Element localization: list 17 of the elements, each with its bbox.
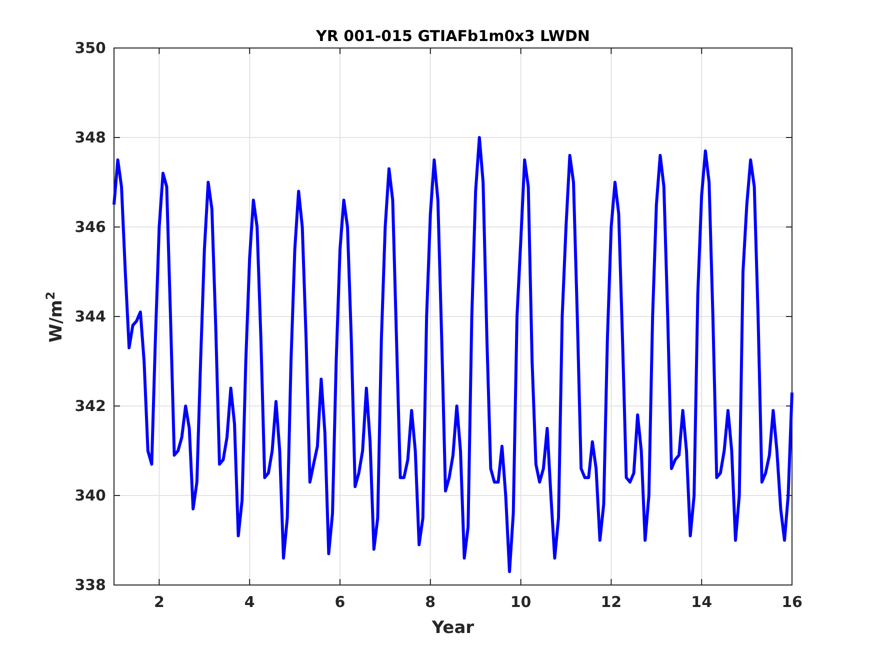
tick-label: 342 xyxy=(74,397,106,415)
tick-label: 10 xyxy=(510,593,532,611)
axis-label: Year xyxy=(432,618,474,638)
tick-label: 12 xyxy=(600,593,622,611)
tick-label: 346 xyxy=(74,218,106,236)
tick-label: 338 xyxy=(74,576,106,594)
tick-label: 6 xyxy=(334,593,346,611)
tick-label: 348 xyxy=(74,128,106,146)
tick-label: 8 xyxy=(425,593,436,611)
tick-label: 2 xyxy=(154,593,164,611)
tick-label: 344 xyxy=(74,308,106,326)
chart-title: YR 001-015 GTIAFb1m0x3 LWDN xyxy=(316,27,590,45)
tick-label: 4 xyxy=(244,593,255,611)
tick-label: 350 xyxy=(74,39,106,57)
tick-label: 340 xyxy=(74,486,106,504)
tick-label: 16 xyxy=(782,593,802,611)
tick-label: 14 xyxy=(691,593,712,611)
